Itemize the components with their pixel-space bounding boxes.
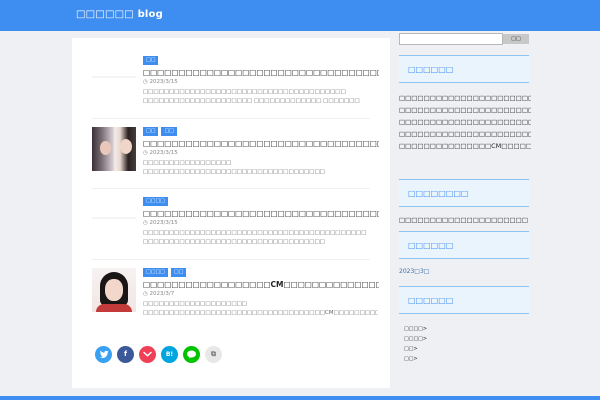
recent-comments-heading: □□□□□□□□ <box>399 179 529 207</box>
category-link[interactable]: □□> <box>404 354 427 364</box>
facebook-share-button[interactable]: f <box>117 346 134 363</box>
category-heading: □□□□□□ <box>399 286 529 314</box>
post-title[interactable]: □□□□□□□□□□□□□□□□□□□□□□□□□□□□□□□□□□□□□□□□… <box>143 139 379 148</box>
divider <box>92 118 370 119</box>
category-link[interactable]: □□□□> <box>404 334 427 344</box>
category-tag[interactable]: □□□□ <box>143 268 168 277</box>
post-excerpt: □□□□□□□□□□□□□□□□□□□□□□□□□□□□□□□□□□□□□□□□… <box>143 230 367 245</box>
line-share-button[interactable] <box>183 346 200 363</box>
post-thumbnail[interactable] <box>92 268 136 312</box>
share-buttons: f B! ⧉ <box>95 346 227 363</box>
search-input[interactable] <box>399 33 503 45</box>
hatena-bookmark-button[interactable]: B! <box>161 346 178 363</box>
search-button[interactable]: □□ <box>503 34 529 44</box>
post-title[interactable]: □□□□□□□□□□□□□□□□□□□□□□□□□□□□□□□□□□□□□□□□… <box>143 209 379 218</box>
category-tag[interactable]: □□□□ <box>143 197 168 206</box>
post-categories: □□ □□ <box>143 127 180 136</box>
thumbnail-face <box>105 279 123 301</box>
post-item[interactable]: □□ □□□□□□□□□□□□□□□□□□□□□□□□□□□□□□□□□□○○□… <box>92 56 379 116</box>
widget-title: □□□□□□□□ <box>408 189 469 198</box>
category-list: □□□□> □□□□> □□> □□> <box>404 324 427 364</box>
pocket-share-button[interactable] <box>139 346 156 363</box>
chat-bubble-icon <box>187 350 196 359</box>
post-date: ◷ 2023/3/7 <box>143 291 175 297</box>
recent-posts-list: □□□□□□□□□□□□□□□□□□□□□□□□□□□□○○□□□ □□□□□□… <box>399 92 531 152</box>
post-list: □□ □□□□□□□□□□□□□□□□□□□□□□□□□□□□□□□□□□○○□… <box>72 38 390 388</box>
post-categories: □□□□ <box>143 197 171 206</box>
archive-heading: □□□□□□ <box>399 231 529 259</box>
post-thumbnail[interactable] <box>92 217 136 219</box>
recent-post-link[interactable]: □□□□□□□□□□□□□□□□□□□□□□□□□□□□○○□□□ <box>399 92 531 104</box>
twitter-share-button[interactable] <box>95 346 112 363</box>
post-thumbnail[interactable] <box>92 127 136 171</box>
post-excerpt: □□□□□□□□□□□□□□□□□□□□ □□□□□□□□□□□□□□□□□□□… <box>143 301 378 316</box>
post-title[interactable]: □□□□□□□□□□□□□□□□□□CM□□□□□□□□□□□□□□□□□□□□… <box>143 280 379 289</box>
recent-post-link[interactable]: □□□□□□□□□□□□□□□CM□□□□□□□□□□□□□□□□□□ <box>399 140 531 152</box>
widget-title: □□□□□□ <box>408 296 454 305</box>
post-date: ◷ 2023/3/15 <box>143 220 178 226</box>
post-title[interactable]: □□□□□□□□□□□□□□□□□□□□□□□□□□□□□□□□□□○○□□□ <box>143 68 379 77</box>
category-tag[interactable]: □□ <box>143 56 159 65</box>
recent-post-link[interactable]: □□□□□□□□□□□□□□□□□□□□□□□□□□□□□□□□□□□ <box>399 128 531 140</box>
post-thumbnail[interactable] <box>92 76 136 78</box>
site-title[interactable]: □□□□□□ blog <box>76 9 163 20</box>
thumbnail-face <box>120 139 132 154</box>
post-item[interactable]: □□□□ □□ □□□□□□□□□□□□□□□□□□CM□□□□□□□□□□□□… <box>92 268 379 328</box>
post-excerpt: □□□□□□□□□□□□□□□□□□□□□□□□□□□□□□□□□□□□□□□ … <box>143 89 360 104</box>
divider <box>92 259 370 260</box>
recent-post-link[interactable]: □□□□□□□□□□□□□□□□□□□□□□□□□□□□□□□□□□□□ <box>399 104 531 116</box>
pocket-icon <box>143 351 152 357</box>
category-tag[interactable]: □□ <box>161 127 177 136</box>
widget-title: □□□□□□ <box>408 65 454 74</box>
recent-posts-heading: □□□□□□ <box>399 55 529 83</box>
thumbnail-face <box>100 141 111 155</box>
post-date: ◷ 2023/3/15 <box>143 150 178 156</box>
category-link[interactable]: □□> <box>404 344 427 354</box>
recent-comments-text: □□□□□□□□□□□□□□□□□□□□□ <box>399 214 531 226</box>
footer-bar <box>0 396 600 400</box>
divider <box>92 188 370 189</box>
bird-icon <box>99 350 109 359</box>
thumbnail-shirt <box>96 304 132 312</box>
no-comments-text: □□□□□□□□□□□□□□□□□□□□□ <box>399 216 528 224</box>
post-date: ◷ 2023/3/15 <box>143 79 178 85</box>
post-item[interactable]: □□ □□ □□□□□□□□□□□□□□□□□□□□□□□□□□□□□□□□□□… <box>92 127 379 187</box>
category-tag[interactable]: □□ <box>143 127 159 136</box>
copy-link-button[interactable]: ⧉ <box>205 346 222 363</box>
post-categories: □□□□ □□ <box>143 268 189 277</box>
recent-post-link[interactable]: □□□□□□□□□□□□□□□□□□□□□□□□□□□□□□□□□□□□ <box>399 116 531 128</box>
category-link[interactable]: □□□□> <box>404 324 427 334</box>
site-header: □□□□□□ blog <box>0 0 600 31</box>
category-tag[interactable]: □□ <box>170 268 187 277</box>
archive-link[interactable]: 2023□3□ <box>399 268 429 275</box>
post-item[interactable]: □□□□ □□□□□□□□□□□□□□□□□□□□□□□□□□□□□□□□□□□… <box>92 197 379 257</box>
widget-title: □□□□□□ <box>408 241 454 250</box>
post-categories: □□ <box>143 56 161 65</box>
post-excerpt: □□□□□□□□□□□□□□□□□ □□□□□□□□□□□□□□□□□□□□□□… <box>143 160 325 175</box>
